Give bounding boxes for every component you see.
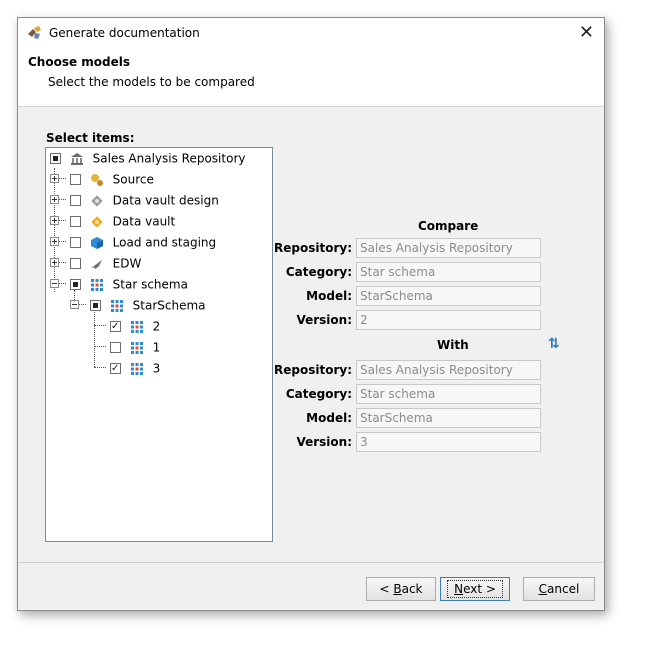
tree-node-label: 2	[152, 319, 161, 334]
model-icon	[110, 299, 123, 312]
tree-node-edw[interactable]: EDW	[70, 254, 141, 272]
tree-node-label: 3	[152, 361, 161, 376]
compare-category-label: Category:	[285, 265, 352, 279]
star-schema-checkbox[interactable]	[70, 279, 81, 290]
compare-category-field: Star schema	[356, 262, 541, 282]
tree-node-label: 1	[152, 340, 161, 355]
tree-connector	[94, 312, 95, 367]
with-model-label: Model:	[306, 411, 352, 425]
tree-node-root[interactable]: Sales Analysis Repository	[50, 149, 245, 167]
wizard-header: Choose models Select the models to be co…	[18, 48, 604, 107]
with-repository-label: Repository:	[274, 363, 352, 377]
with-version-field: 3	[356, 432, 541, 452]
tree-node-label: StarSchema	[132, 298, 206, 313]
version-checkbox[interactable]	[110, 318, 121, 336]
compare-model-label: Model:	[306, 289, 352, 303]
expand-toggle[interactable]	[50, 216, 59, 225]
model-tree[interactable]: Sales Analysis Repository Source Data va…	[45, 147, 273, 542]
source-icon	[90, 173, 103, 186]
collapse-toggle[interactable]	[70, 300, 79, 309]
expand-toggle[interactable]	[50, 195, 59, 204]
window-title: Generate documentation	[49, 26, 200, 40]
expand-toggle[interactable]	[50, 258, 59, 267]
tree-connector	[54, 168, 55, 292]
with-repository-field: Sales Analysis Repository	[356, 360, 541, 380]
with-category-label: Category:	[285, 387, 352, 401]
star-schema-icon	[90, 278, 103, 291]
compare-repository-field: Sales Analysis Repository	[356, 238, 541, 258]
back-label-rest: ack	[401, 582, 423, 596]
tree-node-data-vault-design[interactable]: Data vault design	[70, 191, 219, 209]
cancel-label-rest: ancel	[547, 582, 580, 596]
back-mnemonic: B	[393, 582, 402, 596]
load-and-staging-checkbox[interactable]	[70, 237, 81, 248]
compare-model-field: StarSchema	[356, 286, 541, 306]
tree-connector	[94, 346, 106, 347]
version-checkbox[interactable]	[110, 342, 121, 353]
next-mnemonic: N	[454, 582, 464, 596]
close-icon[interactable]: ✕	[579, 22, 594, 43]
source-checkbox[interactable]	[70, 174, 81, 185]
load-staging-icon	[90, 236, 103, 249]
compare-version-field: 2	[356, 310, 541, 330]
compare-heading: Compare	[418, 219, 479, 233]
tree-node-load-and-staging[interactable]: Load and staging	[70, 233, 216, 251]
tree-node-version[interactable]: 1	[110, 338, 160, 356]
tree-connector	[94, 325, 106, 326]
tree-node-label: Data vault design	[112, 193, 219, 208]
back-prefix: <	[379, 582, 394, 596]
compare-version-label: Version:	[296, 313, 352, 327]
data-vault-checkbox[interactable]	[70, 216, 81, 227]
step-title: Choose models	[28, 55, 131, 69]
collapse-toggle[interactable]	[50, 279, 59, 288]
tree-node-label: Data vault	[112, 214, 176, 229]
with-category-field: Star schema	[356, 384, 541, 404]
tree-node-label: EDW	[112, 256, 142, 271]
select-items-label: Select items:	[46, 131, 135, 145]
with-heading: With	[437, 338, 469, 352]
back-button[interactable]: < Back	[366, 577, 436, 601]
version-checkbox[interactable]	[110, 360, 121, 378]
version-icon	[130, 320, 143, 333]
expand-toggle[interactable]	[50, 174, 59, 183]
model-checkbox[interactable]	[90, 300, 101, 311]
tree-node-label: Source	[112, 172, 154, 187]
cancel-mnemonic: C	[538, 582, 548, 596]
cancel-button[interactable]: Cancel	[523, 577, 595, 601]
app-icon	[28, 26, 41, 39]
expand-toggle[interactable]	[50, 237, 59, 246]
edw-checkbox[interactable]	[70, 258, 81, 269]
with-model-field: StarSchema	[356, 408, 541, 428]
tree-node-version[interactable]: 2	[110, 317, 161, 336]
data-vault-design-icon	[91, 194, 103, 207]
version-icon	[130, 362, 143, 375]
tree-node-label: Sales Analysis Repository	[92, 151, 246, 166]
step-subtitle: Select the models to be compared	[48, 75, 255, 89]
version-icon	[130, 341, 143, 354]
compare-repository-label: Repository:	[274, 241, 352, 255]
tree-node-version[interactable]: 3	[110, 359, 161, 378]
data-vault-icon	[91, 215, 103, 228]
next-button[interactable]: Next >	[440, 577, 510, 601]
tree-connector	[94, 367, 106, 368]
title-bar: Generate documentation ✕	[18, 18, 604, 48]
tree-node-source[interactable]: Source	[70, 170, 154, 188]
swap-icon[interactable]: ⇅	[548, 336, 560, 352]
repository-icon	[70, 152, 83, 165]
button-bar-separator	[18, 562, 604, 563]
tree-node-model[interactable]: StarSchema	[90, 296, 206, 314]
with-version-label: Version:	[296, 435, 352, 449]
data-vault-design-checkbox[interactable]	[70, 195, 81, 206]
tree-node-label: Star schema	[112, 277, 188, 292]
tree-node-label: Load and staging	[112, 235, 217, 250]
tree-node-star-schema[interactable]: Star schema	[70, 275, 188, 293]
next-label-rest: ext >	[463, 582, 496, 596]
root-checkbox[interactable]	[50, 153, 61, 164]
generate-documentation-dialog: Generate documentation ✕ Choose models S…	[17, 17, 605, 611]
edw-icon	[90, 259, 102, 269]
tree-node-data-vault[interactable]: Data vault	[70, 212, 175, 230]
